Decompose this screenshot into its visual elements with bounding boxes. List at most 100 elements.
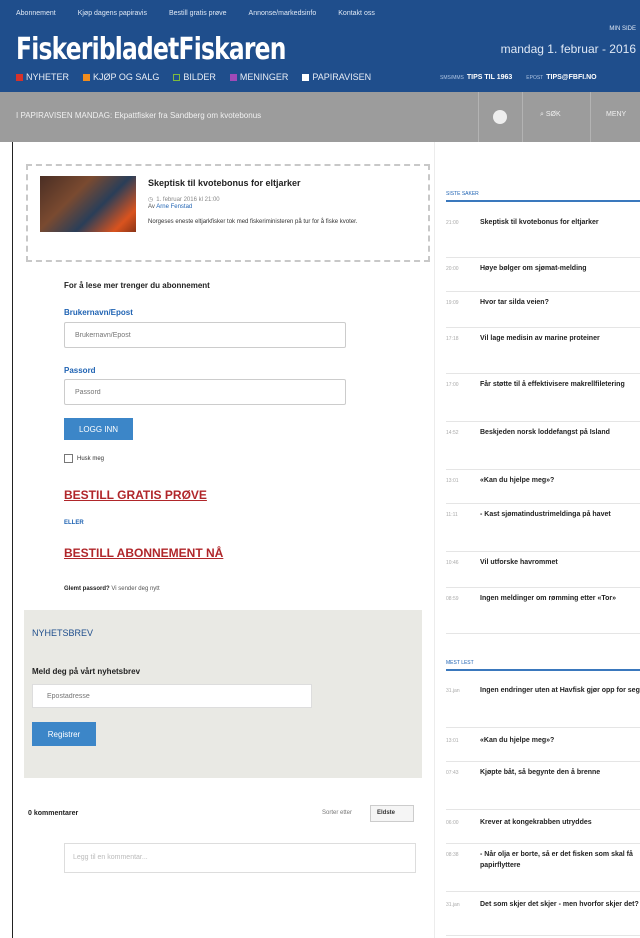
newsletter-register-button[interactable]: Registrer xyxy=(32,722,96,746)
item-headline[interactable]: «Kan du hjelpe meg»? xyxy=(480,736,554,761)
item-headline[interactable]: «Kan du hjelpe meg»? xyxy=(480,476,554,503)
item-time: 13:01 xyxy=(446,738,459,744)
sidebar-list-item[interactable]: 13:01 «Kan du hjelpe meg»? xyxy=(446,476,640,504)
forgot-bold: Glemt passord? xyxy=(64,586,110,592)
news-square-icon xyxy=(16,73,23,81)
section-nav: NYHETER KJØP OG SALG BILDER MENINGER PAP… xyxy=(16,72,371,82)
section-news[interactable]: NYHETER xyxy=(16,72,69,82)
top-nav-contact[interactable]: Kontakt oss xyxy=(338,10,375,17)
paper-square-icon xyxy=(302,73,310,81)
section-paper-label: PAPIRAVISEN xyxy=(312,72,372,82)
top-nav-buy-paper[interactable]: Kjøp dagens papiravis xyxy=(78,10,147,17)
sidebar-list-item[interactable]: 14:52 Beskjeden norsk loddefangst på Isla… xyxy=(446,428,640,470)
item-time: 17:18 xyxy=(446,336,459,342)
settings-icon[interactable] xyxy=(493,110,507,124)
top-nav-ads-info[interactable]: Annonse/markedsinfo xyxy=(249,10,317,17)
section-buy-sell-label: KJØP OG SALG xyxy=(93,72,160,82)
logo-part-2: Fiskaren xyxy=(178,32,287,67)
sidebar-list-item[interactable]: 07:43 Kjøpte båt, så begynte den å brenne xyxy=(446,768,640,810)
item-headline[interactable]: Det som skjer det skjer - men hvorfor sk… xyxy=(480,900,639,935)
item-time: 07:43 xyxy=(446,770,459,776)
item-headline[interactable]: Kjøpte båt, så begynte den å brenne xyxy=(480,768,600,809)
remember-label: Husk meg xyxy=(77,455,105,462)
sidebar-list-item[interactable]: 08:59 Ingen meldinger om rømming etter «T… xyxy=(446,594,640,634)
item-time: 13:01 xyxy=(446,478,459,484)
top-nav-subscription[interactable]: Abonnement xyxy=(16,10,56,17)
section-images[interactable]: BILDER xyxy=(173,72,216,82)
item-time: 17:00 xyxy=(446,382,459,388)
sidebar-list-item[interactable]: 21:00 Skeptisk til kvotebonus for eltjark… xyxy=(446,218,640,258)
latest-heading: SISTE SAKER xyxy=(446,191,640,202)
sidebar-list-item[interactable]: 31.jan Det som skjer det skjer - men hvor… xyxy=(446,900,640,936)
subscribe-link[interactable]: BESTILL ABONNEMENT NÅ xyxy=(64,546,223,560)
item-time: 31.jan xyxy=(446,902,460,908)
item-headline[interactable]: Ingen meldinger om rømming etter «Tor» xyxy=(480,594,616,633)
item-time: 31.jan xyxy=(446,688,460,694)
article-title[interactable]: Skeptisk til kvotebonus for eltjarker xyxy=(148,178,301,188)
item-headline[interactable]: Vil lage medisin av marine proteiner xyxy=(480,334,600,373)
article-thumbnail[interactable] xyxy=(40,176,136,232)
login-button[interactable]: LOGG INN xyxy=(64,418,133,440)
section-paper[interactable]: PAPIRAVISEN xyxy=(302,72,371,82)
comment-count: 0 kommentarer xyxy=(28,810,79,817)
tips-email-value: TIPS@FBFI.NO xyxy=(546,74,597,81)
section-opinions[interactable]: MENINGER xyxy=(229,72,288,82)
tips-email[interactable]: EPOST TIPS@FBFI.NO xyxy=(526,74,596,81)
buy-sell-square-icon xyxy=(83,73,91,81)
sidebar-list-item[interactable]: 08:38 - Når olja er borte, så er det fisk… xyxy=(446,850,640,892)
author-link[interactable]: Arne Fenstad xyxy=(156,204,192,210)
sidebar-list-item[interactable]: 17:00 Får støtte til å effektivisere makr… xyxy=(446,380,640,422)
item-time: 19:09 xyxy=(446,300,459,306)
newsletter-email-input[interactable] xyxy=(32,684,312,708)
section-buy-sell[interactable]: KJØP OG SALG xyxy=(83,72,159,82)
sidebar-list-item[interactable]: 31.jan Ingen endringer uten at Havfisk gj… xyxy=(446,686,640,728)
item-headline[interactable]: Høye bølger om sjømat-melding xyxy=(480,264,587,291)
item-headline[interactable]: Skeptisk til kvotebonus for eltjarker xyxy=(480,218,599,257)
password-label: Passord xyxy=(64,366,96,375)
item-headline[interactable]: Beskjeden norsk loddefangst på Island xyxy=(480,428,610,469)
newsletter-heading: NYHETSBREV xyxy=(32,628,94,638)
sidebar-list-item[interactable]: 11:11 - Kast sjømatindustrimeldinga på ha… xyxy=(446,510,640,552)
username-input[interactable] xyxy=(64,322,346,348)
item-headline[interactable]: Krever at kongekrabben utryddes xyxy=(480,818,592,843)
article-author: Av Arne Fenstad xyxy=(148,204,192,210)
top-nav-free-trial[interactable]: Bestill gratis prøve xyxy=(169,10,227,17)
menu-button[interactable]: MENY xyxy=(606,111,626,118)
section-images-label: BILDER xyxy=(183,72,216,82)
item-headline[interactable]: - Når olja er borte, så er det fisken so… xyxy=(480,850,640,891)
item-headline[interactable]: Hvor tar silda veien? xyxy=(480,298,549,327)
remember-checkbox[interactable] xyxy=(64,454,73,463)
sidebar-list-item[interactable]: 19:09 Hvor tar silda veien? xyxy=(446,298,640,328)
opinions-square-icon xyxy=(229,73,237,81)
item-headline[interactable]: Ingen endringer uten at Havfisk gjør opp… xyxy=(480,686,640,727)
site-logo[interactable]: FiskeribladetFiskaren xyxy=(16,32,286,67)
password-input[interactable] xyxy=(64,379,346,405)
item-headline[interactable]: - Kast sjømatindustrimeldinga på havet xyxy=(480,510,611,551)
sidebar-list-item[interactable]: 17:18 Vil lage medisin av marine proteine… xyxy=(446,334,640,374)
forgot-rest: Vi sender deg nytt xyxy=(111,586,160,592)
free-trial-link[interactable]: BESTILL GRATIS PRØVE xyxy=(64,488,207,502)
comment-input[interactable]: Legg til en kommentar... xyxy=(64,843,416,873)
most-read-heading: MEST LEST xyxy=(446,660,640,671)
my-page-link[interactable]: MIN SIDE xyxy=(609,26,636,32)
sidebar-list-item[interactable]: 10:46 Vil utforske havrommet xyxy=(446,558,640,588)
sort-label: Sorter etter xyxy=(322,810,353,816)
article-meta: ◷ 1. februar 2016 kl 21:00 xyxy=(148,196,220,204)
top-nav: Abonnement Kjøp dagens papiravis Bestill… xyxy=(16,10,375,17)
sidebar-list-item[interactable]: 13:01 «Kan du hjelpe meg»? xyxy=(446,736,640,762)
tips-sms[interactable]: SMS/MMS TIPS TIL 1963 xyxy=(440,74,512,81)
sidebar-list-item[interactable]: 06:00 Krever at kongekrabben utryddes xyxy=(446,818,640,844)
forgot-password[interactable]: Glemt passord? Vi sender deg nytt xyxy=(64,586,160,592)
search-button[interactable]: ⌕ SØK xyxy=(540,111,561,119)
or-label: ELLER xyxy=(64,520,84,526)
sort-select[interactable]: Eldste xyxy=(370,805,414,822)
item-headline[interactable]: Får støtte til å effektivisere makrellfi… xyxy=(480,380,625,421)
remember-me[interactable]: Husk meg xyxy=(64,454,104,463)
article-card[interactable]: Skeptisk til kvotebonus for eltjarker ◷ 1… xyxy=(26,164,430,262)
search-label: SØK xyxy=(545,111,561,118)
images-square-icon xyxy=(173,73,181,81)
paper-teaser[interactable]: I PAPIRAVISEN MANDAG: Ekpattfisker fra S… xyxy=(16,111,261,120)
item-headline[interactable]: Vil utforske havrommet xyxy=(480,558,558,587)
sidebar-list-item[interactable]: 20:00 Høye bølger om sjømat-melding xyxy=(446,264,640,292)
item-time: 14:52 xyxy=(446,430,459,436)
